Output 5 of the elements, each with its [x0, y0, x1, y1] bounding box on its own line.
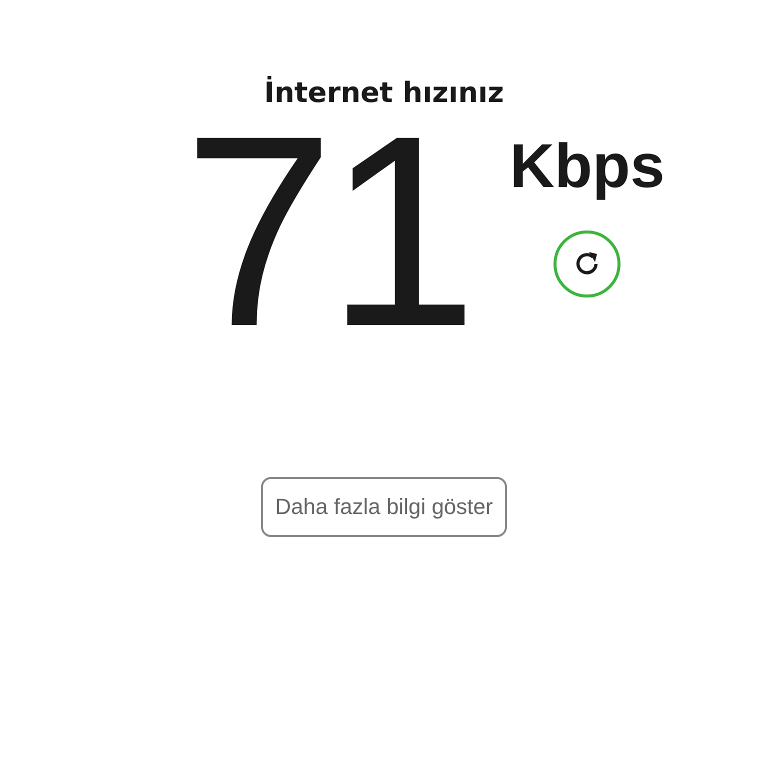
- speed-title: İnternet hızınız: [264, 76, 504, 109]
- refresh-icon[interactable]: [553, 230, 622, 298]
- speed-value: 71: [183, 111, 470, 351]
- speed-unit: Kbps: [510, 131, 665, 202]
- more-info-button[interactable]: Daha fazla bilgi göster: [261, 477, 507, 537]
